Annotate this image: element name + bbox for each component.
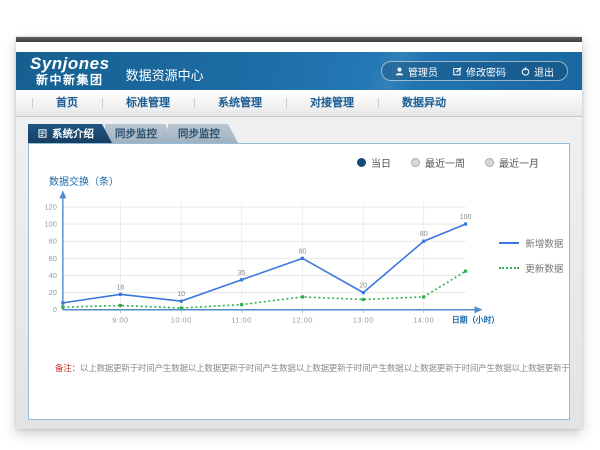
tab-sync-monitor-2[interactable]: 同步监控 — [168, 124, 238, 143]
line-chart: 0 20 40 60 80 100 120 9:00 10:00 11:00 12:00 13:00 1… — [37, 190, 499, 342]
legend-line-sample — [499, 242, 519, 244]
current-user-button[interactable]: 管理员 — [395, 64, 438, 79]
logout-icon — [521, 67, 530, 76]
tab-label: 同步监控 — [178, 126, 220, 141]
filter-last-month[interactable]: 最近一月 — [485, 155, 539, 170]
brand-logo-primary: Synjones — [30, 55, 110, 73]
legend-item[interactable]: 新增数据 — [499, 236, 569, 250]
logout-label: 退出 — [534, 64, 554, 79]
main-nav: 首页 标准管理 系统管理 对接管理 数据异动 — [16, 90, 582, 117]
svg-text:80: 80 — [49, 237, 57, 246]
nav-item[interactable]: 系统管理 — [194, 90, 286, 116]
filter-label: 当日 — [371, 155, 391, 170]
nav-item-label: 标准管理 — [126, 97, 170, 109]
svg-text:10: 10 — [177, 291, 185, 298]
svg-text:80: 80 — [420, 231, 428, 238]
svg-text:13:00: 13:00 — [353, 316, 374, 325]
tab-bar: 系统介绍 同步监控 同步监控 — [16, 117, 582, 143]
legend-item[interactable]: 更新数据 — [499, 261, 569, 275]
user-icon — [395, 67, 404, 76]
filter-label: 最近一周 — [425, 155, 465, 170]
svg-text:9:00: 9:00 — [112, 316, 128, 325]
edit-icon — [453, 67, 462, 76]
chart-row: 0 20 40 60 80 100 120 9:00 10:00 11:00 12:00 13:00 1… — [29, 190, 569, 342]
nav-item-label: 数据异动 — [402, 97, 446, 109]
footer-note: 备注：以上数据更新于时间产生数据以上数据更新于时间产生数据以上数据更新于时间产生… — [29, 362, 569, 374]
radio-unselected-icon — [485, 158, 494, 167]
filter-label: 最近一月 — [499, 155, 539, 170]
radio-unselected-icon — [411, 158, 420, 167]
svg-text:12:00: 12:00 — [292, 316, 313, 325]
svg-text:0: 0 — [53, 305, 57, 314]
nav-item[interactable]: 数据异动 — [378, 90, 470, 116]
svg-text:14:00: 14:00 — [413, 316, 434, 325]
logout-button[interactable]: 退出 — [521, 64, 554, 79]
nav-item[interactable]: 对接管理 — [286, 90, 378, 116]
window-white-strip — [16, 42, 582, 52]
tab-label: 同步监控 — [115, 126, 157, 141]
legend-label: 更新数据 — [525, 261, 563, 275]
svg-text:100: 100 — [44, 220, 56, 229]
nav-item-label: 系统管理 — [218, 97, 262, 109]
page: Synjones 新中新集团 数据资源中心 管理员 修改密码 退出 — [0, 0, 600, 450]
user-toolbar: 管理员 修改密码 退出 — [381, 61, 568, 81]
radio-selected-icon — [357, 158, 366, 167]
svg-text:10:00: 10:00 — [171, 316, 192, 325]
svg-text:100: 100 — [460, 214, 472, 221]
svg-text:40: 40 — [49, 271, 57, 280]
app-window: Synjones 新中新集团 数据资源中心 管理员 修改密码 退出 — [16, 37, 582, 429]
change-password-button[interactable]: 修改密码 — [453, 64, 506, 79]
legend-label: 新增数据 — [525, 236, 563, 250]
current-user-label: 管理员 — [408, 64, 438, 79]
footer-note-text: 以上数据更新于时间产生数据以上数据更新于时间产生数据以上数据更新于时间产生数据以… — [80, 363, 569, 373]
footer-note-prefix: 备注： — [55, 363, 80, 373]
document-icon — [38, 129, 47, 138]
nav-item-label: 对接管理 — [310, 97, 354, 109]
svg-text:120: 120 — [44, 202, 56, 211]
svg-text:60: 60 — [299, 248, 307, 255]
svg-text:35: 35 — [238, 270, 246, 277]
chart-panel: 当日 最近一周 最近一月 数据交换（条） 0 20 40 60 80 100 120 9:00… — [28, 143, 570, 420]
chart-x-tick-labels: 9:00 10:00 11:00 12:00 13:00 14:00 — [112, 316, 434, 325]
svg-text:20: 20 — [49, 288, 57, 297]
tab-system-intro[interactable]: 系统介绍 — [28, 124, 112, 143]
tab-sync-monitor-1[interactable]: 同步监控 — [105, 124, 175, 143]
svg-text:11:00: 11:00 — [231, 316, 252, 325]
time-range-filters: 当日 最近一周 最近一月 — [29, 144, 569, 170]
chart-y-axis-title: 数据交换（条） — [49, 173, 569, 188]
svg-text:18: 18 — [117, 284, 125, 291]
svg-text:20: 20 — [359, 283, 367, 290]
filter-last-week[interactable]: 最近一周 — [411, 155, 465, 170]
nav-item-label: 首页 — [56, 97, 78, 109]
brand-logo-secondary: 新中新集团 — [30, 74, 110, 87]
chart-y-tick-labels: 0 20 40 60 80 100 120 — [44, 202, 56, 314]
content-area: 系统介绍 同步监控 同步监控 当日 最近一周 — [16, 117, 582, 429]
change-password-label: 修改密码 — [466, 64, 506, 79]
page-title: 数据资源中心 — [126, 58, 204, 84]
nav-item[interactable]: 标准管理 — [102, 90, 194, 116]
nav-item[interactable]: 首页 — [32, 90, 102, 116]
app-header: Synjones 新中新集团 数据资源中心 管理员 修改密码 退出 — [16, 52, 582, 90]
tab-label: 系统介绍 — [52, 126, 94, 141]
chart-legend: 新增数据 更新数据 — [499, 190, 569, 342]
svg-text:60: 60 — [49, 254, 57, 263]
chart-series-0: 18 10 35 60 20 80 100 — [61, 214, 471, 304]
chart-x-axis-title: 日期（小时） — [452, 315, 500, 325]
brand-logo: Synjones 新中新集团 — [30, 55, 110, 86]
filter-today[interactable]: 当日 — [357, 155, 391, 170]
legend-line-sample — [499, 267, 519, 269]
